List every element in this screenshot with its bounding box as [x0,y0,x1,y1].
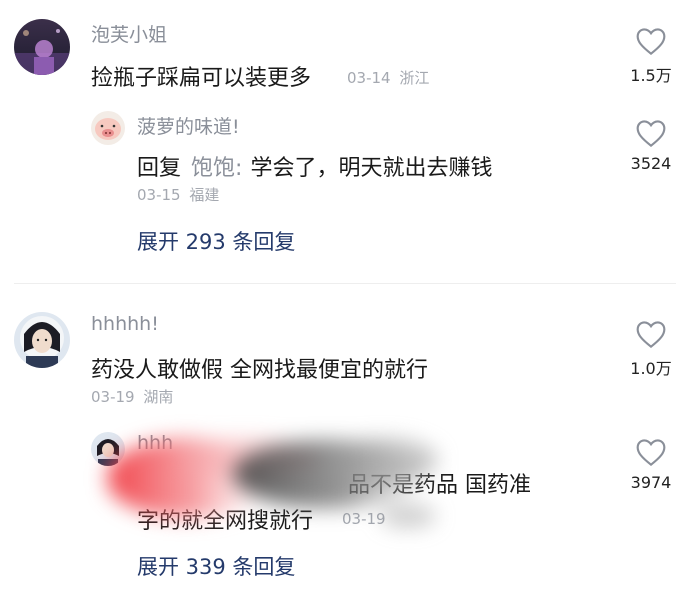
heart-outline-icon [636,120,666,148]
like-button[interactable]: 1.0万 [616,319,686,379]
comment-date: 03-19 [91,388,135,406]
comment-username[interactable]: hhhhh! [91,313,159,335]
avatar[interactable] [14,312,70,368]
like-count: 3974 [630,473,672,492]
reply-date: 03-15 [137,186,181,204]
comment-location: 浙江 [399,69,430,87]
reply-text: 回复 饱饱: 学会了，明天就出去赚钱 [137,150,492,182]
like-count: 1.0万 [630,359,672,378]
heart-outline-icon [636,439,666,467]
like-button[interactable]: 3974 [616,437,686,492]
like-button[interactable]: 1.5万 [616,26,686,86]
comment-text: 药没人敢做假 全网找最便宜的就行 [91,358,428,383]
comment-date: 03-14 [347,69,391,87]
divider [14,283,676,284]
reply-username[interactable]: 菠萝的味道! [137,112,240,139]
comment-location: 湖南 [143,388,174,406]
comment-meta: 03-19 湖南 [91,386,173,407]
avatar[interactable] [91,111,125,145]
expand-replies-link[interactable]: 展开 339 条回复 [137,551,295,581]
reply-username[interactable]: hhh [137,432,173,454]
reply-target[interactable]: 饱饱: [191,156,242,181]
reply-body: 学会了，明天就出去赚钱 [250,156,493,181]
reply-keyword: 回复 [137,156,182,181]
like-count: 3524 [630,154,672,173]
like-button[interactable]: 3524 [616,118,686,173]
avatar[interactable] [14,19,70,75]
expand-replies-link[interactable]: 展开 293 条回复 [137,226,295,256]
heart-outline-icon [636,28,666,56]
reply-location: 福建 [189,186,220,204]
reply-text-line2: 字的就全网搜就行 [137,509,314,534]
reply-text-line1: 品不是药品 国药准 [348,473,531,498]
reply-meta: 03-15 福建 [137,184,219,205]
comment-meta: 03-14 浙江 [347,67,429,88]
like-count: 1.5万 [630,66,672,85]
heart-outline-icon [636,321,666,349]
comment-text: 捡瓶子踩扁可以装更多 [91,66,312,91]
comment-username[interactable]: 泡芙小姐 [91,20,167,47]
reply-date: 03-19 [342,510,386,528]
avatar[interactable] [91,432,125,466]
